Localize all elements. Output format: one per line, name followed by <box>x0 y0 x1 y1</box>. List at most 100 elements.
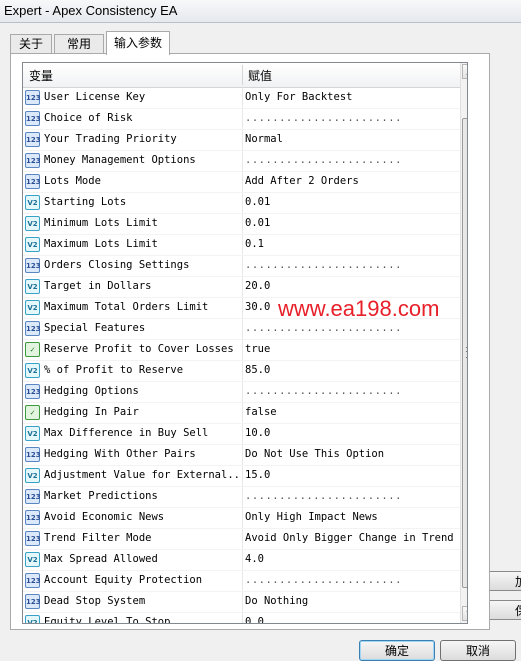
integer-type-icon: 123 <box>25 594 41 609</box>
parameter-name: Max Spread Allowed <box>44 553 158 565</box>
parameter-name: Trend Filter Mode <box>44 532 152 544</box>
parameter-row[interactable]: 123 Avoid Economic News Only High Impact N… <box>23 508 463 529</box>
scroll-up-arrow-icon[interactable]: ▲ <box>462 64 467 79</box>
ok-button[interactable]: 确定 <box>359 640 435 661</box>
parameter-row[interactable]: 123 Choice of Risk....................... <box>23 109 463 130</box>
parameter-value[interactable]: Add After 2 Orders <box>245 175 359 187</box>
integer-type-icon: 123 <box>25 531 41 546</box>
parameter-row[interactable]: 123 Account Equity Protection............… <box>23 571 463 592</box>
watermark-text: www.ea198.com <box>278 296 440 321</box>
parameter-value[interactable]: 30.0 <box>245 301 270 313</box>
parameter-value[interactable]: Only High Impact News <box>245 511 378 523</box>
integer-type-icon: 123 <box>25 132 41 147</box>
parameter-row[interactable]: 123 Lots Mode Add After 2 Orders <box>23 172 463 193</box>
scroll-down-arrow-icon[interactable]: ▼ <box>462 606 467 621</box>
parameter-value[interactable]: 0.01 <box>245 196 270 208</box>
integer-type-icon: 123 <box>25 510 41 525</box>
inputs-panel: 变量 赋值 123 User License Key Only For Backte… <box>10 53 490 630</box>
grid-header: 变量 赋值 <box>23 63 467 88</box>
parameter-row[interactable]: 123 Orders Closing Settings..............… <box>23 256 463 277</box>
parameter-name: Target in Dollars <box>44 280 152 292</box>
parameter-row[interactable]: 123 Your Trading Priority Normal <box>23 130 463 151</box>
parameter-row[interactable]: V2 Equity Level To Stop 0.0 <box>23 613 463 623</box>
save-button[interactable]: 保 <box>486 600 521 620</box>
parameter-value[interactable]: 0.0 <box>245 616 264 623</box>
parameter-value[interactable]: 0.01 <box>245 217 270 229</box>
grid-rows: 123 User License Key Only For Backtest 123 C… <box>23 88 463 623</box>
parameter-row[interactable]: V2 Maximum Lots Limit 0.1 <box>23 235 463 256</box>
parameter-name: Max Difference in Buy Sell <box>44 427 209 439</box>
boolean-type-icon: ✓ <box>25 405 40 420</box>
parameter-name: Choice of Risk <box>44 112 133 124</box>
parameter-value[interactable]: 20.0 <box>245 280 270 292</box>
parameter-row[interactable]: ✓ Hedging In Pair false <box>23 403 463 424</box>
parameter-value[interactable]: Normal <box>245 133 283 145</box>
scrollbar-thumb[interactable] <box>462 118 467 588</box>
parameter-row[interactable]: 123 Dead Stop System Do Nothing <box>23 592 463 613</box>
boolean-type-icon: ✓ <box>25 342 40 357</box>
column-header-value[interactable]: 赋值 <box>248 67 272 84</box>
column-header-variable[interactable]: 变量 <box>29 67 53 84</box>
cancel-button[interactable]: 取消 <box>440 640 516 661</box>
parameter-value[interactable]: ....................... <box>245 154 402 166</box>
parameter-value[interactable]: ....................... <box>245 322 402 334</box>
parameter-row[interactable]: V2 % of Profit to Reserve 85.0 <box>23 361 463 382</box>
parameter-value[interactable]: Do Not Use This Option <box>245 448 384 460</box>
tab-inputs[interactable]: 输入参数 <box>106 31 170 55</box>
integer-type-icon: 123 <box>25 174 41 189</box>
parameter-name: Avoid Economic News <box>44 511 165 523</box>
parameter-name: Starting Lots <box>44 196 127 208</box>
parameter-value[interactable]: Avoid Only Bigger Change in Trend <box>245 532 454 544</box>
parameter-row[interactable]: 123 Hedging With Other Pairs Do Not Use Th… <box>23 445 463 466</box>
integer-type-icon: 123 <box>25 384 41 399</box>
parameter-value[interactable]: false <box>245 406 277 418</box>
title-bar: Expert - Apex Consistency EA <box>0 0 521 23</box>
parameter-row[interactable]: 123 Trend Filter Mode Avoid Only Bigger Ch… <box>23 529 463 550</box>
parameter-value[interactable]: 10.0 <box>245 427 270 439</box>
tab-about[interactable]: 关于 <box>10 34 52 54</box>
parameter-row[interactable]: V2 Minimum Lots Limit 0.01 <box>23 214 463 235</box>
integer-type-icon: 123 <box>25 489 41 504</box>
parameter-value[interactable]: 15.0 <box>245 469 270 481</box>
parameter-row[interactable]: 123 Money Management Options.............… <box>23 151 463 172</box>
double-type-icon: V2 <box>25 615 40 623</box>
parameter-row[interactable]: V2 Adjustment Value for External... 15.0 <box>23 466 463 487</box>
parameter-value[interactable]: ....................... <box>245 112 402 124</box>
integer-type-icon: 123 <box>25 111 41 126</box>
parameter-name: Account Equity Protection <box>44 574 203 586</box>
parameter-value[interactable]: ....................... <box>245 259 402 271</box>
parameter-value[interactable]: Only For Backtest <box>245 91 352 103</box>
parameter-name: Orders Closing Settings <box>44 259 190 271</box>
parameter-name: Special Features <box>44 322 146 334</box>
parameter-value[interactable]: true <box>245 343 270 355</box>
parameter-value[interactable]: 4.0 <box>245 553 264 565</box>
parameter-row[interactable]: ✓ Reserve Profit to Cover Losses true <box>23 340 463 361</box>
parameter-name: Maximum Lots Limit <box>44 238 158 250</box>
parameter-name: Adjustment Value for External... <box>44 469 238 481</box>
parameter-row[interactable]: 123 Hedging Options......................… <box>23 382 463 403</box>
parameter-name: User License Key <box>44 91 146 103</box>
parameter-name: % of Profit to Reserve <box>44 364 184 376</box>
vertical-scrollbar[interactable]: ▲ ▼ <box>460 63 467 623</box>
parameter-row[interactable]: 123 User License Key Only For Backtest <box>23 88 463 109</box>
parameter-row[interactable]: V2 Max Spread Allowed 4.0 <box>23 550 463 571</box>
load-button[interactable]: 加 <box>486 571 521 591</box>
parameter-row[interactable]: 123 Market Predictions...................… <box>23 487 463 508</box>
parameter-value[interactable]: 85.0 <box>245 364 270 376</box>
parameter-value[interactable]: 0.1 <box>245 238 264 250</box>
parameter-row[interactable]: 123 Special Features.....................… <box>23 319 463 340</box>
parameter-row[interactable]: V2 Target in Dollars 20.0 <box>23 277 463 298</box>
parameter-name: Lots Mode <box>44 175 101 187</box>
double-type-icon: V2 <box>25 468 40 483</box>
tab-common[interactable]: 常用 <box>54 34 104 54</box>
integer-type-icon: 123 <box>25 447 41 462</box>
parameter-row[interactable]: V2 Starting Lots 0.01 <box>23 193 463 214</box>
parameter-value[interactable]: ....................... <box>245 490 402 502</box>
parameter-row[interactable]: V2 Max Difference in Buy Sell 10.0 <box>23 424 463 445</box>
parameter-name: Minimum Lots Limit <box>44 217 158 229</box>
integer-type-icon: 123 <box>25 153 41 168</box>
parameter-name: Hedging In Pair <box>44 406 139 418</box>
parameter-value[interactable]: ....................... <box>245 574 402 586</box>
parameter-value[interactable]: ....................... <box>245 385 402 397</box>
parameter-value[interactable]: Do Nothing <box>245 595 308 607</box>
